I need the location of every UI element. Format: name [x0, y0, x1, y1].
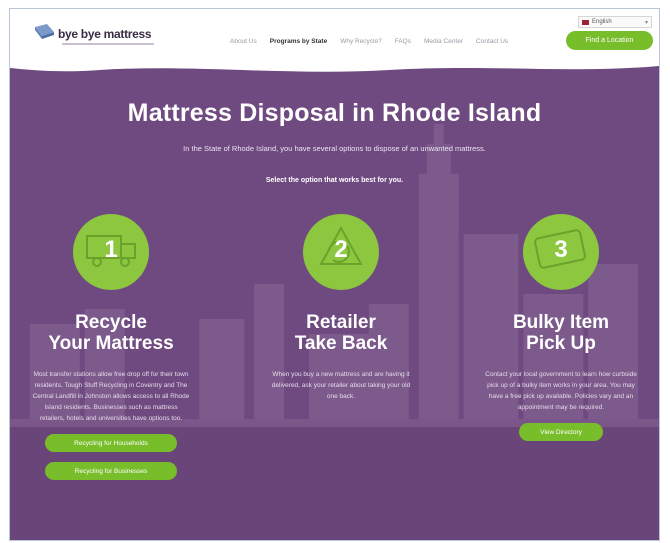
view-directory-button[interactable]: View Directory — [519, 423, 603, 441]
option-3-description: Contact your local government to learn h… — [485, 371, 637, 411]
option-2-description: When you buy a new mattress and are havi… — [271, 371, 411, 400]
option-1-heading-line2: Your Mattress — [48, 333, 174, 354]
site-header: bye bye mattress English ▾ About Us Prog… — [10, 9, 659, 69]
option-2-heading-line2: Take Back — [294, 333, 388, 354]
nav-why-recycle[interactable]: Why Recycle? — [340, 38, 382, 45]
option-1-badge: 1 — [73, 214, 149, 290]
nav-contact-us[interactable]: Contact Us — [476, 38, 508, 45]
nav-about-us[interactable]: About Us — [230, 38, 257, 45]
nav-programs-by-state[interactable]: Programs by State — [270, 38, 327, 45]
option-1-heading-line1: Recycle — [75, 312, 147, 333]
option-bulky-item-pick-up: 3 Bulky Item Pick Up Contact your local … — [466, 214, 656, 441]
option-1-description: Most transfer stations allow free drop o… — [32, 371, 190, 422]
recycling-households-button[interactable]: Recycling for Households — [45, 434, 177, 452]
option-1-number: 1 — [104, 236, 118, 263]
option-2-number: 2 — [334, 236, 348, 263]
option-3-heading-line2: Pick Up — [526, 333, 596, 354]
main-nav: About Us Programs by State Why Recycle? … — [230, 38, 521, 45]
recycling-businesses-button[interactable]: Recycling for Businesses — [45, 462, 177, 480]
page-title: Mattress Disposal in Rhode Island — [127, 99, 542, 127]
select-prompt: Select the option that works best for yo… — [265, 177, 404, 184]
language-selector[interactable]: English ▾ — [578, 16, 652, 28]
option-3-heading-line1: Bulky Item — [512, 312, 610, 333]
option-3-heading: Bulky Item Pick Up — [466, 312, 656, 354]
header-wave-divider — [10, 64, 659, 72]
option-1-heading: Recycle Your Mattress — [16, 312, 206, 354]
option-2-heading: Retailer Take Back — [246, 312, 436, 354]
logo-tagline-bar — [62, 43, 154, 45]
hero-section: Mattress Disposal in Rhode Island In the… — [10, 64, 659, 540]
browser-screenshot: bye bye mattress English ▾ About Us Prog… — [9, 8, 660, 541]
option-recycle: 1 Recycle Your Mattress Most transfer st… — [16, 214, 206, 480]
us-flag-icon — [582, 19, 589, 25]
mattress-logo-icon — [32, 23, 56, 45]
option-3-number: 3 — [554, 236, 568, 263]
nav-media-center[interactable]: Media Center — [424, 38, 463, 45]
logo[interactable]: bye bye mattress — [32, 23, 154, 45]
logo-text: bye bye mattress — [58, 27, 152, 41]
nav-faqs[interactable]: FAQs — [395, 38, 411, 45]
language-label: English — [592, 19, 612, 25]
option-2-badge: 2 — [303, 214, 379, 290]
intro-text: In the State of Rhode Island, you have s… — [183, 144, 486, 153]
find-location-button[interactable]: Find a Location — [566, 31, 653, 50]
option-2-heading-line1: Retailer — [306, 312, 376, 333]
option-3-badge: 3 — [523, 214, 599, 290]
chevron-down-icon: ▾ — [644, 20, 648, 26]
option-retailer-take-back: 2 Retailer Take Back When you buy a new … — [246, 214, 436, 402]
